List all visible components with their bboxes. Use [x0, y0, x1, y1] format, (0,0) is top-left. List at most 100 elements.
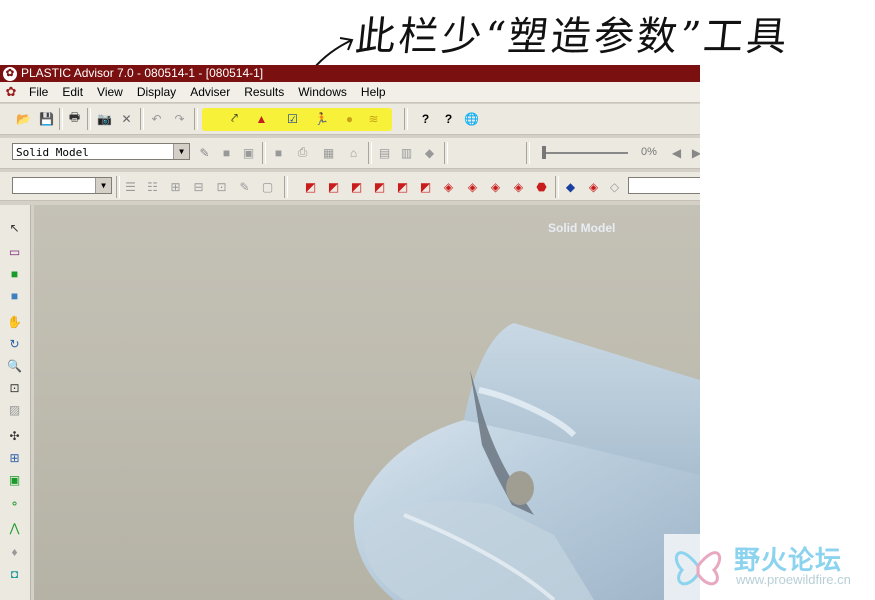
view-bottom-icon[interactable]: ◩	[394, 178, 411, 195]
application-window: ✿ PLASTIC Advisor 7.0 - 080514-1 - [0805…	[0, 65, 700, 600]
run-analysis-icon[interactable]: 🏃	[313, 110, 330, 127]
chevron-down-icon[interactable]: ▼	[95, 178, 111, 193]
fit-icon[interactable]: ▨	[6, 401, 23, 418]
toolbar-separator	[87, 108, 91, 130]
shaded-cube-icon[interactable]: ◘	[6, 565, 23, 582]
handwritten-annotation: 此栏少“塑造参数”工具	[340, 4, 875, 66]
watermark-url: www.proewildfire.cn	[736, 572, 851, 587]
edit-display-icon[interactable]: ✎	[196, 144, 213, 161]
report-icon[interactable]: ▤	[376, 144, 393, 161]
select-arrow-icon[interactable]: ↖	[6, 219, 23, 236]
group-icon[interactable]: ⊡	[213, 178, 230, 195]
ruler-icon[interactable]: ▭	[6, 243, 23, 260]
menu-view[interactable]: View	[90, 82, 130, 102]
properties-icon[interactable]: ▢	[259, 178, 276, 195]
stop-icon[interactable]: ●	[341, 110, 358, 127]
toolbar-separator	[59, 108, 63, 130]
nodes-icon[interactable]: ⚬	[6, 495, 23, 512]
chevron-down-icon[interactable]: ▼	[173, 144, 189, 159]
box-icon[interactable]: ◆	[421, 144, 438, 161]
model-viewport[interactable]: Solid Model	[34, 205, 700, 600]
menu-help[interactable]: Help	[354, 82, 393, 102]
camera-icon[interactable]: 📷	[96, 110, 113, 127]
frame-icon[interactable]: ▣	[240, 144, 257, 161]
view-iso-icon[interactable]: ◩	[302, 178, 319, 195]
shade-clear-icon[interactable]: ◇	[606, 178, 623, 195]
view-rotate-y-icon[interactable]: ◈	[487, 178, 504, 195]
toolbar-separator	[526, 142, 530, 164]
menu-file[interactable]: File	[22, 82, 55, 102]
annotation-text: 此栏少“塑造参数”工具	[353, 14, 792, 60]
shade-select[interactable]	[628, 177, 700, 194]
display-mode-value: Solid Model	[16, 146, 89, 159]
pan-hand-icon[interactable]: ✋	[6, 313, 23, 330]
zoom-window-icon[interactable]: ⊡	[6, 379, 23, 396]
snapshot-icon[interactable]: ⌂	[345, 144, 362, 161]
open-icon[interactable]: 📂	[15, 110, 32, 127]
menu-edit[interactable]: Edit	[55, 82, 90, 102]
shade-blue-icon[interactable]: ◆	[562, 178, 579, 195]
fill-icon[interactable]: ■	[270, 144, 287, 161]
tree-collapse-icon[interactable]: ⊟	[190, 178, 207, 195]
pause-icon[interactable]: ≋	[365, 110, 382, 127]
rotate-icon[interactable]: ↻	[6, 335, 23, 352]
view-rotate-z-icon[interactable]: ◈	[510, 178, 527, 195]
view-back-icon[interactable]: ◩	[348, 178, 365, 195]
menu-results[interactable]: Results	[237, 82, 291, 102]
edit-icon[interactable]: ✎	[236, 178, 253, 195]
toolbar-separator	[368, 142, 372, 164]
window-title: PLASTIC Advisor 7.0 - 080514-1 - [080514…	[21, 66, 264, 80]
print-icon[interactable]: 🖶	[66, 110, 83, 127]
zoom-icon[interactable]: 🔍	[6, 357, 23, 374]
toolbar-separator	[404, 108, 408, 130]
square-icon[interactable]: ■	[218, 144, 235, 161]
view-right-icon[interactable]: ◈	[440, 178, 457, 195]
stack-icon[interactable]: ☷	[144, 178, 161, 195]
play-icon[interactable]: ▶	[688, 144, 700, 161]
section-icon[interactable]: ▣	[6, 471, 23, 488]
toolbar-separator	[262, 142, 266, 164]
view-top-icon[interactable]: ◩	[371, 178, 388, 195]
web-search-icon[interactable]: 🌐	[463, 110, 480, 127]
menu-windows[interactable]: Windows	[291, 82, 354, 102]
delete-icon[interactable]: ✕	[118, 110, 135, 127]
view-select[interactable]: ▼	[12, 177, 112, 194]
toolbar-separator	[116, 176, 120, 198]
view-left-icon[interactable]: ◩	[417, 178, 434, 195]
view-toolbar: ▼ ☰ ☷ ⊞ ⊟ ⊡ ✎ ▢ ◩ ◩ ◩ ◩ ◩ ◩ ◈ ◈ ◈ ◈ ⬣ ◆ …	[0, 172, 700, 201]
cube-icon[interactable]: ■	[6, 287, 23, 304]
shade-mixed-icon[interactable]: ◈	[585, 178, 602, 195]
animation-slider-thumb[interactable]	[542, 146, 546, 159]
rewind-icon[interactable]: ◀	[668, 144, 685, 161]
checklist-icon[interactable]: ☑	[284, 110, 301, 127]
layers-icon[interactable]: ☰	[122, 178, 139, 195]
toolbar-separator	[194, 108, 198, 130]
app-logo-icon[interactable]: ✿	[0, 84, 22, 100]
site-watermark: 野火论坛 www.proewildfire.cn	[664, 534, 875, 600]
clip-plane-icon[interactable]: ⊞	[6, 449, 23, 466]
view-front-icon[interactable]: ◩	[325, 178, 342, 195]
axis-icon[interactable]: ⋀	[6, 519, 23, 536]
toolbar-separator	[284, 176, 288, 198]
save-icon[interactable]: 💾	[38, 110, 55, 127]
redo-icon[interactable]: ↷	[171, 110, 188, 127]
animation-slider-track[interactable]	[542, 152, 628, 154]
help-icon[interactable]: ?	[417, 110, 434, 127]
molding-window-icon[interactable]: ▲	[253, 110, 270, 127]
menu-adviser[interactable]: Adviser	[183, 82, 237, 102]
display-mode-select[interactable]: Solid Model ▼	[12, 143, 190, 160]
undo-icon[interactable]: ↶	[148, 110, 165, 127]
context-help-icon[interactable]: ?	[440, 110, 457, 127]
butterfly-logo-icon	[674, 551, 722, 586]
table-icon[interactable]: ▥	[398, 144, 415, 161]
tree-icon[interactable]: ⊞	[167, 178, 184, 195]
view-rotate-x-icon[interactable]: ◈	[464, 178, 481, 195]
solid-cube-icon[interactable]: ■	[6, 265, 23, 282]
film-icon[interactable]: ▦	[320, 144, 337, 161]
menu-display[interactable]: Display	[130, 82, 183, 102]
light-icon[interactable]: ♦	[6, 543, 23, 560]
crosshair-icon[interactable]: ✣	[6, 427, 23, 444]
view-solid-icon[interactable]: ⬣	[533, 178, 550, 195]
injection-location-icon[interactable]: ⤤	[226, 110, 243, 127]
camera-view-icon[interactable]: ⎙	[294, 144, 311, 161]
